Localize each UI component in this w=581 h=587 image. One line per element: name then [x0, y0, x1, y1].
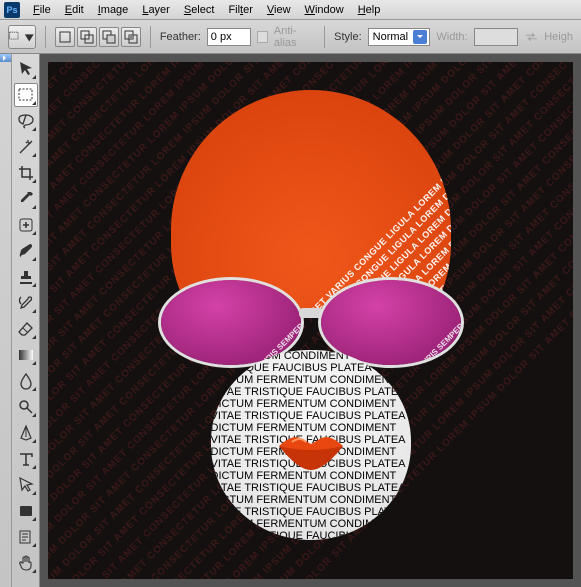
selection-mode-group — [55, 27, 141, 47]
feather-label: Feather: — [160, 31, 201, 43]
artwork-lips — [274, 430, 348, 470]
tool-dodge[interactable] — [14, 395, 38, 419]
menu-file[interactable]: File — [26, 2, 58, 18]
tool-preset-button[interactable] — [8, 25, 36, 49]
feather-input[interactable] — [207, 28, 251, 46]
subtract-selection-button[interactable] — [99, 27, 119, 47]
tool-hand[interactable] — [14, 551, 38, 575]
style-select[interactable]: Normal — [368, 28, 431, 46]
tool-type[interactable] — [14, 447, 38, 471]
new-selection-button[interactable] — [55, 27, 75, 47]
workspace: LOREM IPSUM DOLOR SIT AMET CONSECTETUR L… — [0, 54, 581, 587]
antialias-checkbox — [257, 31, 268, 43]
dropdown-arrow-icon — [413, 30, 427, 44]
tool-shape[interactable] — [14, 499, 38, 523]
tool-move[interactable] — [14, 57, 38, 81]
style-label: Style: — [334, 31, 362, 43]
tool-stamp[interactable] — [14, 265, 38, 289]
tool-blur[interactable] — [14, 369, 38, 393]
tool-path-select[interactable] — [14, 473, 38, 497]
app-logo: Ps — [4, 2, 20, 18]
artwork-hair: SOLICITUDIN EGET VARIUS CONGUE LIGULA LO… — [171, 90, 451, 310]
artwork-face: SOLICITUDIN EGET VARIUS CONGUE LIGULA LO… — [141, 90, 481, 530]
menu-image[interactable]: Image — [91, 2, 136, 18]
menu-view[interactable]: View — [260, 2, 298, 18]
tool-wand[interactable] — [14, 135, 38, 159]
width-label: Width: — [436, 31, 467, 43]
tool-eyedropper[interactable] — [14, 187, 38, 211]
tool-notes[interactable] — [14, 525, 38, 549]
canvas-area: LOREM IPSUM DOLOR SIT AMET CONSECTETUR L… — [40, 54, 581, 587]
intersect-selection-button[interactable] — [121, 27, 141, 47]
menu-edit[interactable]: Edit — [58, 2, 91, 18]
tool-lasso[interactable] — [14, 109, 38, 133]
tool-crop[interactable] — [14, 161, 38, 185]
menu-filter[interactable]: Filter — [221, 2, 259, 18]
menu-help[interactable]: Help — [351, 2, 388, 18]
tool-marquee[interactable] — [14, 83, 38, 107]
tool-healing[interactable] — [14, 213, 38, 237]
menu-bar: Ps FileEditImageLayerSelectFilterViewWin… — [0, 0, 581, 20]
menu-select[interactable]: Select — [177, 2, 222, 18]
tool-gradient[interactable] — [14, 343, 38, 367]
tool-pen[interactable] — [14, 421, 38, 445]
menu-window[interactable]: Window — [298, 2, 351, 18]
add-selection-button[interactable] — [77, 27, 97, 47]
toolbox — [12, 54, 40, 587]
menu-layer[interactable]: Layer — [135, 2, 177, 18]
width-input — [474, 28, 518, 46]
swap-icon — [524, 29, 539, 45]
toolbox-collapse-strip[interactable] — [0, 54, 12, 587]
tool-history-brush[interactable] — [14, 291, 38, 315]
antialias-label: Anti-alias — [274, 25, 315, 49]
tool-eraser[interactable] — [14, 317, 38, 341]
tool-brush[interactable] — [14, 239, 38, 263]
style-value: Normal — [373, 31, 408, 43]
document-canvas[interactable]: LOREM IPSUM DOLOR SIT AMET CONSECTETUR L… — [48, 62, 573, 579]
height-label: Heigh — [544, 31, 573, 43]
options-bar: Feather: Anti-alias Style: Normal Width:… — [0, 20, 581, 54]
